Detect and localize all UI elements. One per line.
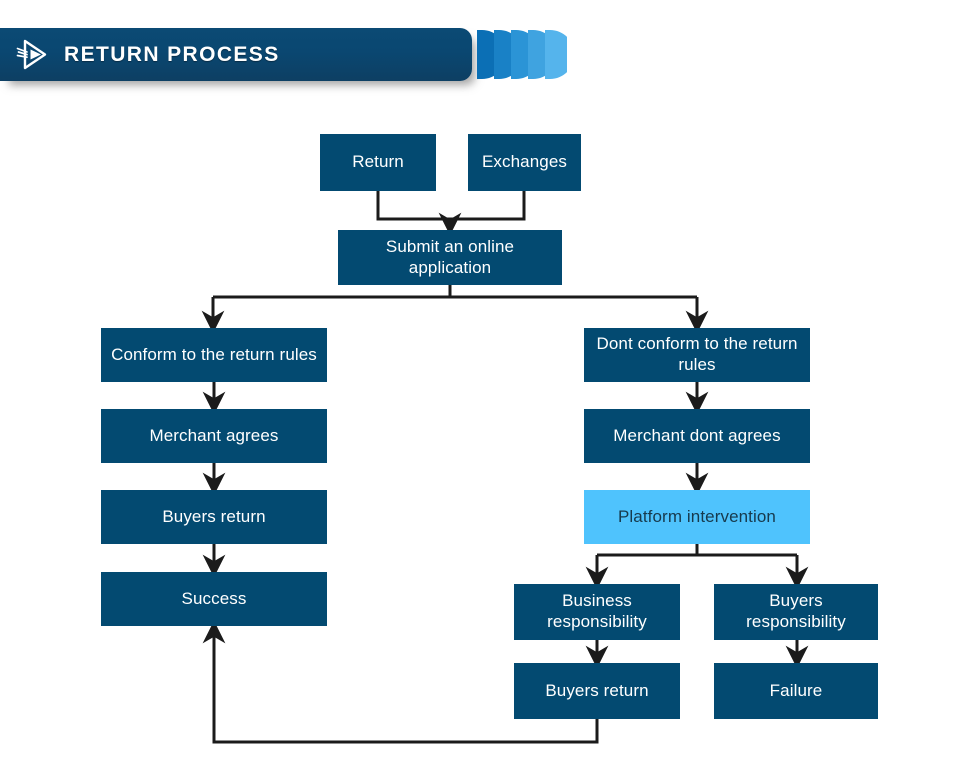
node-label: Merchant dont agrees bbox=[613, 425, 781, 445]
node-conform-to-return-rules[interactable]: Conform to the return rules bbox=[101, 328, 327, 382]
node-buyers-return-right[interactable]: Buyers return bbox=[514, 663, 680, 719]
node-platform-intervention[interactable]: Platform intervention bbox=[584, 490, 810, 544]
node-label: Platform intervention bbox=[617, 506, 776, 526]
node-merchant-dont-agrees[interactable]: Merchant dont agrees bbox=[584, 409, 810, 463]
node-label: Submit an online application bbox=[385, 236, 515, 277]
node-label: Buyers responsibility bbox=[746, 591, 846, 631]
node-label: Success bbox=[181, 588, 247, 608]
node-merchant-agrees[interactable]: Merchant agrees bbox=[101, 409, 327, 463]
node-success[interactable]: Success bbox=[101, 572, 327, 626]
node-business-responsibility[interactable]: Business responsibility bbox=[514, 584, 680, 640]
edge-return-exchanges-merge bbox=[376, 191, 526, 221]
flowchart-connectors bbox=[201, 191, 809, 744]
node-label: Exchanges bbox=[481, 152, 567, 172]
node-label: Return bbox=[352, 152, 404, 172]
node-dont-conform-to-return-rules[interactable]: Dont conform to the return rules bbox=[584, 328, 810, 382]
node-label: Buyers return bbox=[545, 680, 649, 700]
node-submit-online-application[interactable]: Submit an online application bbox=[338, 230, 562, 285]
node-buyers-return-left[interactable]: Buyers return bbox=[101, 490, 327, 544]
node-return[interactable]: Return bbox=[320, 134, 436, 191]
node-label: Failure bbox=[769, 680, 823, 700]
node-buyers-responsibility[interactable]: Buyers responsibility bbox=[714, 584, 878, 640]
node-exchanges[interactable]: Exchanges bbox=[468, 134, 581, 191]
node-failure[interactable]: Failure bbox=[714, 663, 878, 719]
node-label: Business responsibility bbox=[547, 591, 647, 631]
node-label: Merchant agrees bbox=[149, 425, 279, 445]
flowchart-canvas: Return Exchanges Submit an online applic… bbox=[0, 0, 960, 777]
node-label: Dont conform to the return rules bbox=[596, 334, 798, 374]
node-label: Conform to the return rules bbox=[111, 344, 317, 364]
node-label: Buyers return bbox=[162, 506, 266, 526]
